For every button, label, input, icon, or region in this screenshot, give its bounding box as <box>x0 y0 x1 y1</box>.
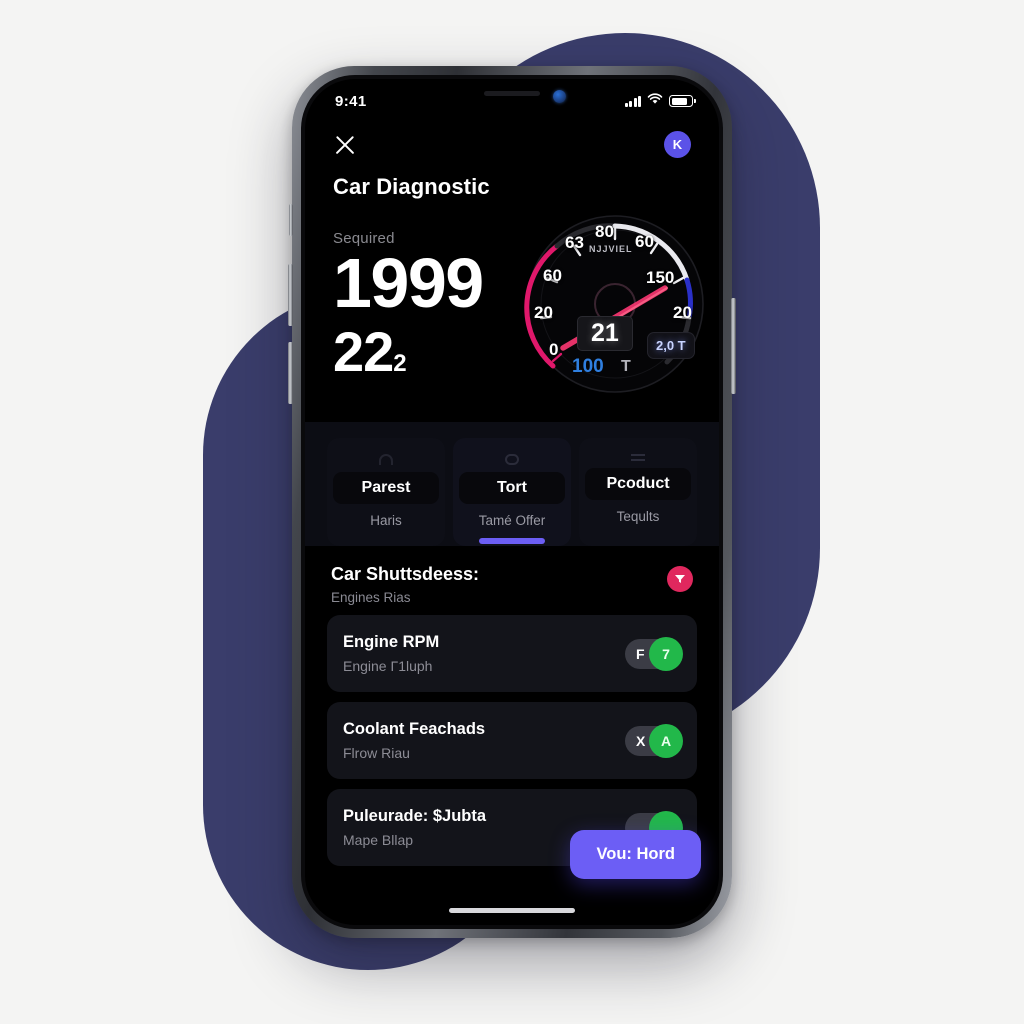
list-item-title: Puleurade: $Jubta <box>343 807 487 825</box>
toggle-off-label: F <box>636 645 645 662</box>
gauge-tick-20-left: 20 <box>534 303 553 322</box>
tab-sublabel: Tamé Offer <box>478 513 546 528</box>
gauge-tick-150: 150 <box>646 268 675 287</box>
section-title: Car Shuttsdeess: <box>331 564 480 584</box>
tab-bar: Parest Haris Tort Tamé Offer Pcoduct Teq… <box>305 422 719 546</box>
list-item-text: Coolant Feachads Flrow Riau <box>343 720 485 761</box>
cellular-bars-icon <box>624 95 641 107</box>
primary-metric: Sequired 1999 222 <box>333 224 484 380</box>
volume-down-button[interactable] <box>288 342 293 404</box>
list-item-subtitle: Engine Γ1luph <box>343 658 433 674</box>
section-header: Car Shuttsdeess: Engines Rias <box>305 546 719 607</box>
metric-secondary: 222 <box>333 323 483 380</box>
list-item-title: Coolant Feachads <box>343 720 486 738</box>
header-top-row: K <box>333 131 691 158</box>
gauge-tick-63: 63 <box>565 233 584 252</box>
list-item-text: Puleurade: $Jubta Mape Bllap <box>343 807 486 848</box>
front-camera-icon <box>553 90 566 103</box>
gauge-unit-marker: T <box>621 358 631 375</box>
gauge-tick-60-left: 60 <box>543 266 562 285</box>
gauge-tick-80: 80 <box>595 222 614 241</box>
section-subtitle: Engines Rias <box>331 590 411 605</box>
tab-sublabel: Teqults <box>616 509 660 524</box>
tab-pcoduct[interactable]: Pcoduct Teqults <box>579 438 697 546</box>
shield-icon <box>505 454 519 465</box>
tab-sublabel: Haris <box>370 513 402 528</box>
status-bar: 9:41 <box>305 79 719 117</box>
tab-label: Pcoduct <box>585 468 691 500</box>
tab-parest[interactable]: Parest Haris <box>327 438 445 546</box>
metric-value: 1999 <box>333 244 484 322</box>
list-item[interactable]: Coolant Feachads Flrow Riau X A <box>327 702 697 779</box>
power-button[interactable] <box>731 298 736 394</box>
avatar[interactable]: K <box>664 131 691 158</box>
wifi-icon <box>647 92 663 110</box>
hero-section: Sequired 1999 222 80 63 60 60 150 20 20 … <box>305 200 719 400</box>
screenshot-canvas: 9:41 K Car Diagnostic Sequired 1999 222 … <box>0 0 1024 1024</box>
list-item[interactable]: Engine RPM Engine Γ1luph F 7 <box>327 615 697 692</box>
filter-funnel-icon[interactable] <box>667 566 693 592</box>
status-bar-indicators <box>624 92 696 110</box>
mute-switch[interactable] <box>289 204 293 236</box>
list-item-subtitle: Mape Bllap <box>343 832 414 848</box>
gauge-chip-readout: 2,0 T <box>647 332 695 359</box>
gauge-secondary-readout: 100 <box>572 356 604 377</box>
list-item-subtitle: Flrow Riau <box>343 745 410 761</box>
speedometer-gauge: 80 63 60 60 150 20 20 0 NJJVIEL 21 100 T… <box>517 206 713 402</box>
gauge-tick-0: 0 <box>549 340 559 359</box>
gauge-brand-label: NJJVIEL <box>589 244 633 254</box>
toggle-off-label: X <box>636 732 646 749</box>
metric-secondary-sub: 2 <box>393 349 406 377</box>
phone-bezel: 9:41 K Car Diagnostic Sequired 1999 222 … <box>301 75 723 929</box>
list-item-title: Engine RPM <box>343 633 440 651</box>
toggle-switch[interactable]: X A <box>625 723 683 758</box>
status-bar-clock: 9:41 <box>335 92 367 110</box>
volume-up-button[interactable] <box>288 264 293 326</box>
close-icon[interactable] <box>333 133 357 157</box>
gauge-digital-readout: 21 <box>577 316 633 351</box>
lock-icon <box>379 454 393 465</box>
gauge-tick-20-right: 20 <box>673 303 692 322</box>
battery-icon <box>669 95 696 107</box>
app-header: K Car Diagnostic <box>305 117 719 200</box>
section-header-text: Car Shuttsdeess: Engines Rias <box>331 564 479 605</box>
tab-tort[interactable]: Tort Tamé Offer <box>453 438 571 546</box>
tab-label: Parest <box>333 472 439 504</box>
toggle-switch[interactable]: F 7 <box>625 636 683 671</box>
gauge-tick-60-right: 60 <box>635 232 654 251</box>
tab-label: Tort <box>459 472 565 504</box>
home-indicator[interactable] <box>449 908 575 913</box>
phone-device-frame: 9:41 K Car Diagnostic Sequired 1999 222 … <box>288 66 736 938</box>
toggle-knob: 7 <box>649 636 683 671</box>
list-item-text: Engine RPM Engine Γ1luph <box>343 633 439 674</box>
phone-screen: 9:41 K Car Diagnostic Sequired 1999 222 … <box>305 79 719 925</box>
diagnostic-list: Engine RPM Engine Γ1luph F 7 Coolant Fea… <box>305 607 719 866</box>
active-tab-indicator <box>478 538 546 544</box>
metric-secondary-value: 22 <box>333 319 394 383</box>
list-icon <box>631 454 645 461</box>
primary-cta-button[interactable]: Vou: Hord <box>570 830 701 879</box>
page-title: Car Diagnostic <box>333 174 490 199</box>
toggle-knob: A <box>649 723 683 758</box>
